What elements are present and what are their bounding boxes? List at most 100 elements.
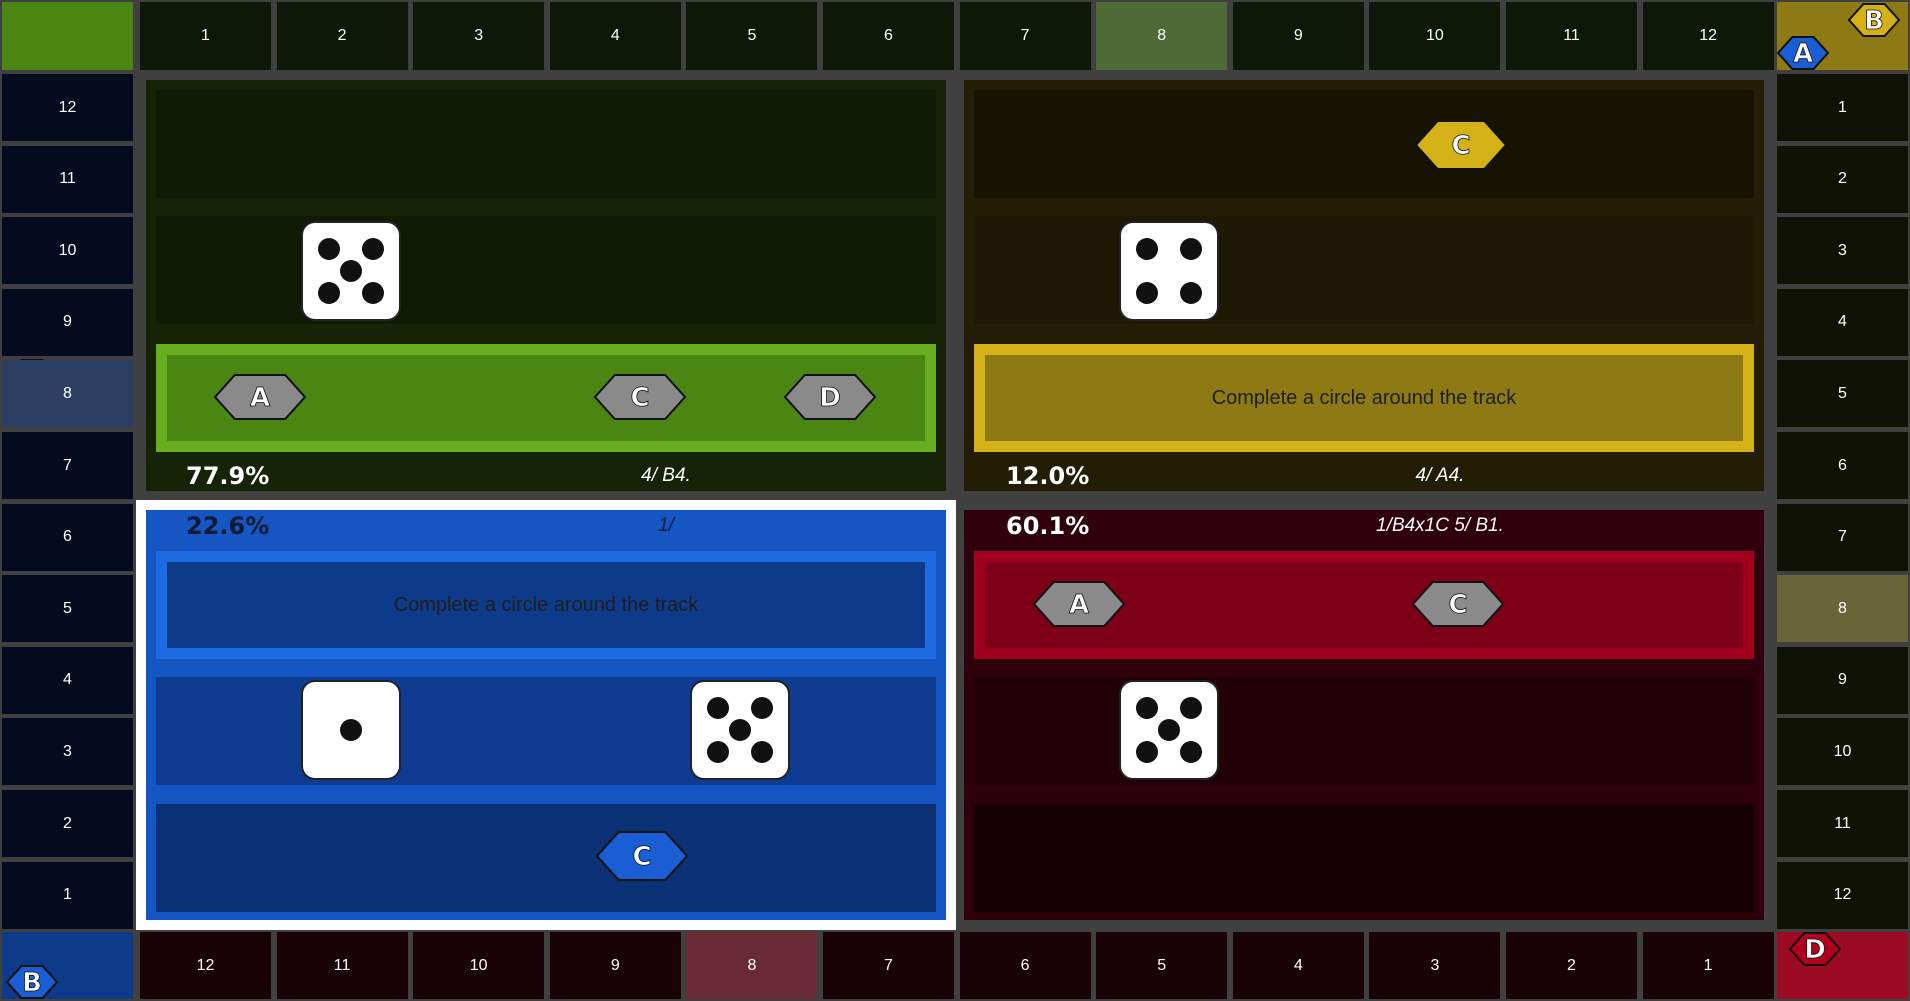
track-top-cell[interactable]: 12 [1642, 2, 1774, 70]
die-red[interactable] [1119, 680, 1219, 780]
track-left-cell[interactable]: 7 [2, 432, 133, 499]
green-start-row [156, 90, 936, 198]
track-right-cell[interactable]: 4 [1777, 288, 1908, 356]
die-pip [751, 741, 774, 764]
track-right-cell[interactable]: 10 [1777, 718, 1908, 786]
blue-start-row [156, 804, 936, 912]
track-top-cell[interactable]: 4 [549, 2, 681, 70]
track-right-cell[interactable]: 11 [1777, 790, 1908, 857]
track-right-cell[interactable]: 8 [1777, 575, 1908, 643]
token-label: C [1451, 131, 1470, 161]
panel-yellow: Complete a circle around the track 12.0%… [964, 80, 1764, 491]
red-home-token[interactable]: C [1411, 581, 1505, 627]
die-pip [751, 696, 774, 719]
track-right-cell[interactable]: 7 [1777, 503, 1908, 571]
yellow-message: Complete a circle around the track [1211, 386, 1517, 409]
die-pip [362, 282, 385, 305]
yellow-percent: 12.0% [1006, 462, 1090, 490]
track-left-cell[interactable]: 10 [2, 217, 133, 285]
track-top-cell[interactable]: 6 [823, 2, 954, 70]
token-label: A [1793, 39, 1813, 69]
track-left-cell[interactable]: 8 [2, 360, 133, 428]
track-left-cell[interactable]: 12 [2, 74, 133, 141]
panel-blue: 22.6% 1/ Complete a circle around the tr… [146, 510, 946, 920]
blue-finish-token[interactable]: C [595, 831, 689, 881]
green-home-token[interactable]: D [783, 374, 877, 420]
track-left-cell[interactable]: 5 [2, 575, 133, 643]
blue-moves: 1/ [658, 515, 674, 536]
blue-dice-row [156, 677, 936, 785]
track-bottom-cell[interactable]: 8 [686, 932, 818, 999]
yellow-home-row: Complete a circle around the track [974, 344, 1754, 452]
die-pip [1180, 741, 1203, 764]
die-blue[interactable] [301, 680, 401, 780]
track-bottom-cell[interactable]: 4 [1232, 932, 1364, 999]
green-dice-row [156, 216, 936, 324]
track-right-cell[interactable]: 3 [1777, 217, 1908, 285]
track-bottom-cell[interactable]: 11 [276, 932, 408, 999]
green-home-token[interactable]: C [593, 374, 687, 420]
track-bottom-cell[interactable]: 9 [549, 932, 681, 999]
track-left-cell[interactable]: 9 [2, 288, 133, 356]
track-bottom-cell[interactable]: 3 [1369, 932, 1501, 999]
red-percent: 60.1% [1006, 512, 1090, 540]
track-top-cell[interactable]: 10 [1369, 2, 1501, 70]
track-token[interactable]: A [1776, 36, 1830, 70]
track-bottom-cell[interactable]: 5 [1096, 932, 1228, 999]
die-pip [706, 696, 729, 719]
yellow-start-row [974, 90, 1754, 198]
blue-percent: 22.6% [186, 512, 270, 540]
track-left-cell[interactable]: 6 [2, 503, 133, 571]
die-yellow[interactable] [1119, 221, 1219, 321]
track-right-cell[interactable]: 6 [1777, 432, 1908, 499]
token-label: D [1804, 935, 1826, 965]
track-left-cell[interactable]: 4 [2, 646, 133, 714]
track-right-cell[interactable]: 1 [1777, 74, 1908, 141]
track-token[interactable]: B [5, 965, 59, 999]
die-blue[interactable] [690, 680, 790, 780]
track-left-cell[interactable]: 3 [2, 718, 133, 786]
token-label: C [1448, 590, 1467, 620]
die-green[interactable] [301, 221, 401, 321]
die-pip [1180, 282, 1203, 305]
corner-green [2, 2, 133, 70]
track-top-cell[interactable]: 7 [959, 2, 1091, 70]
green-percent: 77.9% [186, 462, 270, 490]
green-home-token[interactable]: A [213, 374, 307, 420]
track-right-cell[interactable]: 5 [1777, 360, 1908, 428]
track-bottom-cell[interactable]: 10 [413, 932, 545, 999]
track-left-cell[interactable]: 1 [2, 861, 133, 929]
token-label: A [250, 383, 270, 413]
die-pip [340, 260, 362, 282]
track-right-cell[interactable]: 12 [1777, 861, 1908, 929]
yellow-start-token[interactable]: C [1414, 120, 1508, 170]
track-bottom-cell[interactable]: 2 [1506, 932, 1637, 999]
token-label: D [819, 383, 841, 413]
yellow-moves: 4/ A4. [1415, 465, 1465, 486]
track-right-cell[interactable]: 2 [1777, 145, 1908, 213]
track-top-cell[interactable]: 5 [686, 2, 818, 70]
red-home-token[interactable]: A [1032, 581, 1126, 627]
red-dice-row [974, 677, 1754, 785]
track-top-cell[interactable]: 9 [1232, 2, 1364, 70]
track-top-cell[interactable]: 8 [1096, 2, 1228, 70]
track-bottom-cell[interactable]: 7 [823, 932, 954, 999]
track-left-cell[interactable]: 2 [2, 790, 133, 857]
track-token[interactable]: D [1788, 932, 1842, 966]
die-pip [362, 237, 385, 260]
token-label: B [22, 968, 42, 998]
track-left-cell[interactable]: 11 [2, 145, 133, 213]
track-right-cell[interactable]: 9 [1777, 646, 1908, 714]
die-pip [1158, 719, 1180, 741]
track-bottom-cell[interactable]: 1 [1642, 932, 1774, 999]
die-pip [1135, 282, 1158, 305]
track-token[interactable]: B [1847, 3, 1901, 37]
track-top-cell[interactable]: 11 [1506, 2, 1637, 70]
track-top-cell[interactable]: 2 [276, 2, 408, 70]
track-bottom-cell[interactable]: 6 [959, 932, 1091, 999]
track-top-cell[interactable]: 3 [413, 2, 545, 70]
red-start-row [974, 804, 1754, 912]
track-bottom-cell[interactable]: 12 [140, 932, 271, 999]
panel-red: 60.1% 1/B4x1C 5/ B1. [964, 510, 1764, 920]
track-top-cell[interactable]: 1 [140, 2, 271, 70]
